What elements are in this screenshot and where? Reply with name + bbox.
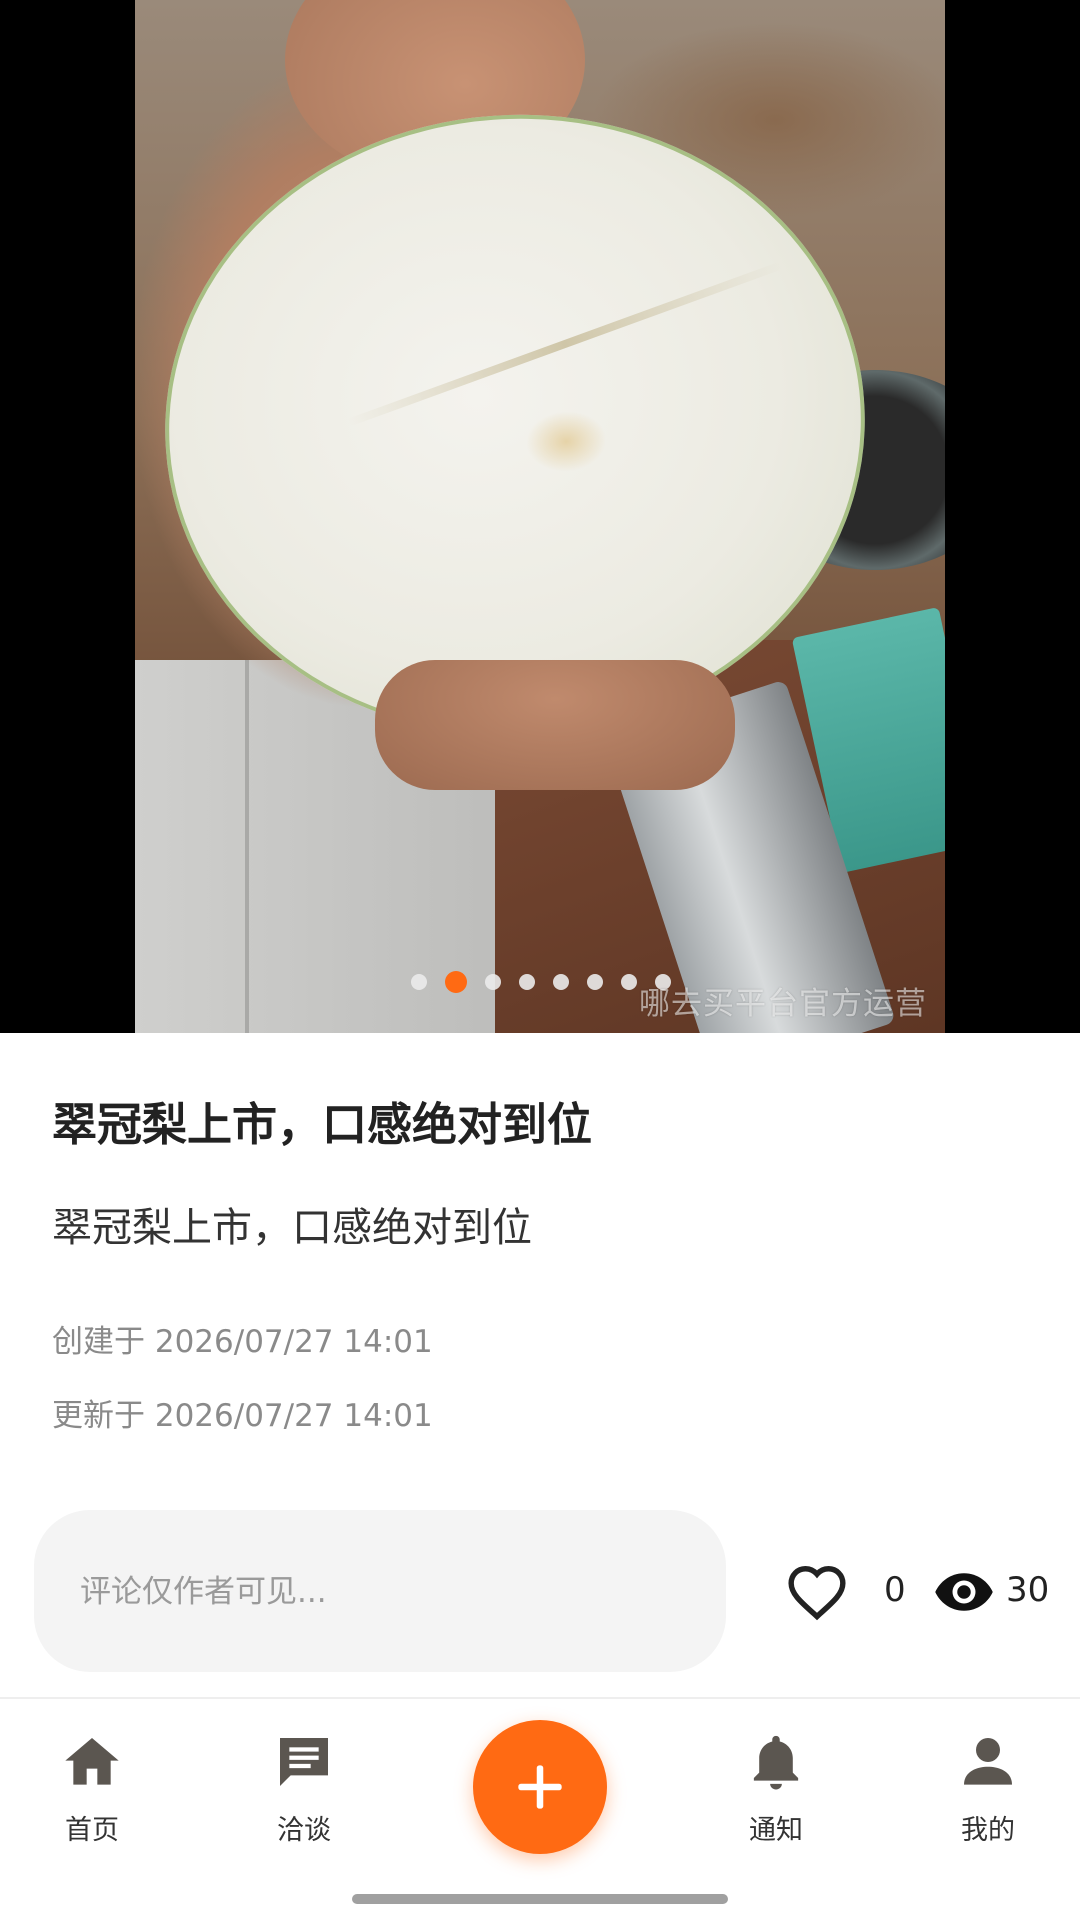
carousel-dot[interactable] xyxy=(587,974,603,990)
post-photo[interactable] xyxy=(135,0,945,1033)
carousel-dot[interactable] xyxy=(485,974,501,990)
nav-label-chat: 洽谈 xyxy=(277,1815,331,1846)
chat-icon xyxy=(280,1738,328,1786)
nav-item-chat[interactable]: 洽谈 xyxy=(234,1730,374,1847)
bell-icon xyxy=(753,1735,799,1790)
post-description: 翠冠梨上市，口感绝对到位 xyxy=(52,1205,532,1251)
carousel-dot[interactable] xyxy=(411,974,427,990)
carousel-dot[interactable] xyxy=(519,974,535,990)
heart-icon xyxy=(788,1566,846,1621)
nav-label-home: 首页 xyxy=(65,1815,119,1846)
carousel-dot-active[interactable] xyxy=(445,971,467,993)
view-count: 30 xyxy=(1006,1570,1050,1610)
created-time: 创建于 2026/07/27 14:01 xyxy=(52,1324,433,1360)
nav-item-notifications[interactable]: 通知 xyxy=(706,1730,846,1847)
home-icon xyxy=(65,1738,119,1785)
nav-item-home[interactable]: 首页 xyxy=(22,1730,162,1847)
like-count: 0 xyxy=(884,1570,906,1610)
updated-time: 更新于 2026/07/27 14:01 xyxy=(52,1398,433,1434)
carousel-dot[interactable] xyxy=(621,974,637,990)
image-carousel[interactable]: 哪去买平台官方运营 xyxy=(0,0,1080,1033)
comment-box[interactable] xyxy=(34,1510,726,1674)
eye-icon xyxy=(935,1573,993,1611)
watermark: 哪去买平台官方运营 xyxy=(639,986,927,1022)
comment-input[interactable] xyxy=(78,1510,682,1674)
nav-divider xyxy=(0,1697,1080,1699)
carousel-dot[interactable] xyxy=(553,974,569,990)
nav-label-profile: 我的 xyxy=(961,1815,1015,1846)
home-indicator[interactable] xyxy=(352,1894,728,1904)
post-title: 翠冠梨上市，口感绝对到位 xyxy=(52,1098,593,1151)
add-post-button[interactable] xyxy=(473,1720,607,1854)
plus-icon xyxy=(518,1765,562,1809)
nav-item-profile[interactable]: 我的 xyxy=(918,1730,1058,1847)
user-icon xyxy=(964,1738,1012,1785)
nav-label-notifications: 通知 xyxy=(749,1815,803,1846)
like-button[interactable] xyxy=(786,1563,848,1621)
